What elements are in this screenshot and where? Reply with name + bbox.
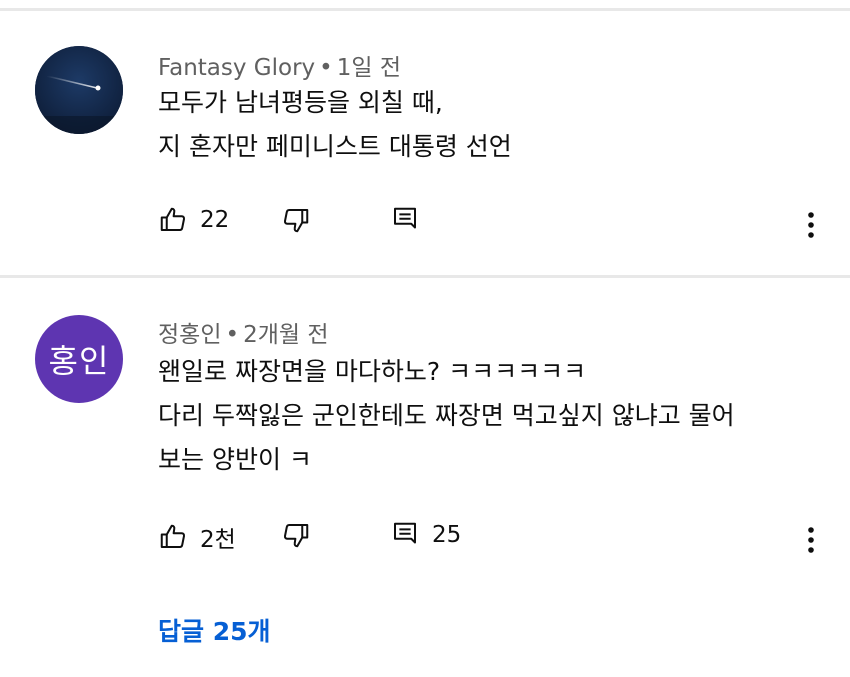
more-options-button[interactable] (796, 520, 826, 560)
reply-button[interactable]: 25 (390, 520, 461, 550)
reply-button[interactable] (390, 205, 432, 235)
comment-line: 보는 양반이 ㅋ (158, 445, 312, 474)
separator-dot: • (319, 55, 333, 81)
like-count: 2천 (200, 527, 236, 553)
comment-text: 모두가 남녀평등을 외칠 때, 지 혼자만 페미니스트 대통령 선언 (158, 81, 512, 169)
top-divider (0, 8, 850, 11)
comment-actions: 2천 25 (0, 520, 850, 560)
comment-line: 모두가 남녀평등을 외칠 때, (158, 88, 443, 117)
dislike-button[interactable] (281, 520, 311, 550)
like-button[interactable]: 22 (158, 205, 229, 235)
thumbs-down-icon (283, 209, 309, 233)
comment-line: 지 혼자만 페미니스트 대통령 선언 (158, 132, 512, 161)
more-vert-icon (808, 527, 814, 553)
author-name[interactable]: Fantasy Glory (158, 55, 315, 81)
author-name[interactable]: 정홍인 (158, 322, 221, 348)
comment-time[interactable]: 1일 전 (337, 55, 401, 81)
dislike-button[interactable] (281, 205, 311, 235)
thumbs-up-icon (160, 524, 186, 548)
comment-meta: 정홍인 • 2개월 전 (158, 315, 329, 349)
comment-icon (394, 522, 416, 544)
view-replies-link[interactable]: 답글 25개 (158, 612, 271, 648)
like-button[interactable]: 2천 (158, 520, 236, 554)
thumbs-up-icon (160, 207, 186, 231)
reply-count: 25 (432, 522, 462, 548)
comment-icon (394, 207, 416, 229)
comment-line: 왠일로 짜장면을 마다하노? ㅋㅋㅋㅋㅋㅋ (158, 357, 587, 386)
thumbs-down-icon (283, 524, 309, 548)
comment-text: 왠일로 짜장면을 마다하노? ㅋㅋㅋㅋㅋㅋ 다리 두짝잃은 군인한테도 짜장면 … (158, 350, 735, 482)
avatar-initials: 홍인 (48, 342, 110, 380)
comment-line: 다리 두짝잃은 군인한테도 짜장면 먹고싶지 않냐고 물어 (158, 401, 735, 430)
more-vert-icon (808, 212, 814, 238)
like-count: 22 (200, 207, 230, 233)
comment-meta: Fantasy Glory • 1일 전 (158, 48, 401, 82)
comment-divider (0, 275, 850, 278)
shooting-star-icon (35, 46, 123, 134)
avatar[interactable] (35, 46, 123, 134)
more-options-button[interactable] (796, 205, 826, 245)
separator-dot: • (225, 322, 240, 348)
comment-time[interactable]: 2개월 전 (243, 322, 328, 348)
avatar[interactable]: 홍인 (35, 315, 123, 403)
comment-actions: 22 (0, 205, 850, 245)
